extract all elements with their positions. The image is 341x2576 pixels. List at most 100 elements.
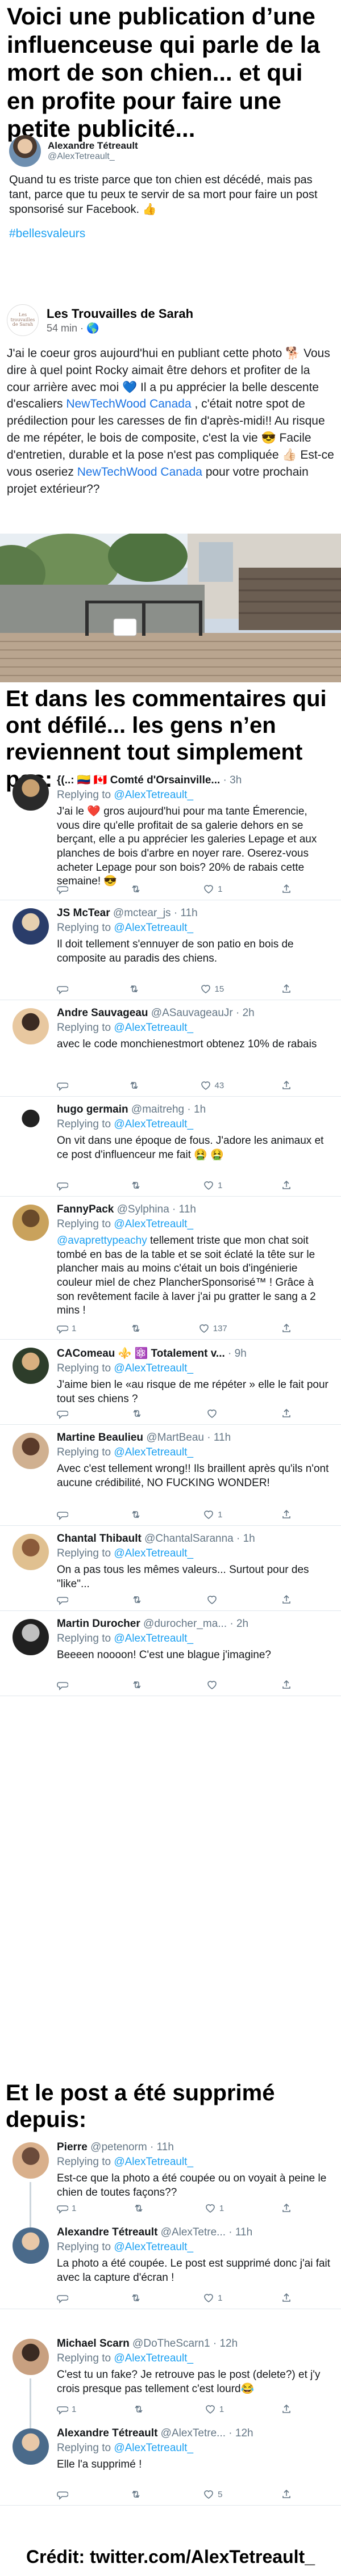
reply-action[interactable]: 1	[57, 2403, 76, 2415]
mention-link[interactable]: @avaprettypeachy	[57, 1235, 147, 1247]
reply-avatar[interactable]	[13, 1348, 49, 1384]
replying-to-handle[interactable]: @AlexTetreault_	[114, 2241, 193, 2253]
reply-author-handle[interactable]: @ChantalSaranna	[142, 1533, 234, 1545]
reply-avatar[interactable]	[13, 774, 49, 811]
reply-tweet[interactable]: hugo germain @maitrehg · 1h Replying to @…	[0, 1097, 341, 1197]
reply-author-name[interactable]: Alexandre Tétreault	[57, 2427, 157, 2439]
like-action[interactable]: 1	[203, 2292, 222, 2304]
retweet-action[interactable]	[131, 1594, 146, 1605]
reply-avatar[interactable]	[13, 1534, 49, 1570]
reply-tweet[interactable]: Michael Scarn @DoTheScarn1 · 12h Replying…	[0, 2331, 341, 2428]
sponsor-link[interactable]: NewTechWood Canada	[66, 397, 191, 410]
retweet-action[interactable]	[130, 2292, 145, 2304]
reply-author-name[interactable]: JS McTear	[57, 907, 110, 919]
share-action[interactable]	[281, 1408, 296, 1419]
like-action[interactable]	[206, 1594, 221, 1605]
replying-to-handle[interactable]: @AlexTetreault_	[114, 2442, 193, 2454]
retweet-action[interactable]	[130, 1509, 145, 1520]
retweet-action[interactable]	[128, 983, 143, 995]
reply-author-handle[interactable]: @ASauvageauJr	[148, 1007, 233, 1019]
reply-author-name[interactable]: hugo germain	[57, 1104, 128, 1115]
replying-to-handle[interactable]: @AlexTetreault_	[114, 2156, 193, 2168]
share-action[interactable]	[281, 1594, 296, 1605]
reply-avatar[interactable]	[13, 2428, 49, 2465]
replying-to-handle[interactable]: @AlexTetreault_	[114, 1446, 193, 1458]
replying-to-handle[interactable]: @AlexTetreault_	[114, 1118, 193, 1130]
reply-author-handle[interactable]: @DoTheScarn1	[130, 2338, 210, 2350]
reply-action[interactable]	[57, 2292, 72, 2304]
reply-tweet[interactable]: Chantal Thibault @ChantalSaranna · 1h Rep…	[0, 1526, 341, 1611]
reply-author-name[interactable]: Andre Sauvageau	[57, 1007, 148, 1019]
reply-action[interactable]	[57, 1408, 72, 1419]
like-action[interactable]: 1	[203, 883, 222, 895]
reply-author-handle[interactable]: @durocher_ma...	[140, 1618, 227, 1630]
reply-author-name[interactable]: Chantal Thibault	[57, 1533, 142, 1545]
like-action[interactable]: 15	[200, 983, 224, 995]
reply-time[interactable]: · 2h	[233, 1007, 255, 1019]
reply-author-name[interactable]: Michael Scarn	[57, 2338, 130, 2350]
reply-time[interactable]: · 11h	[226, 2226, 252, 2238]
share-action[interactable]	[281, 2403, 296, 2415]
retweet-action[interactable]	[133, 2202, 148, 2214]
reply-author-handle[interactable]: @AlexTetre...	[157, 2226, 226, 2238]
reply-avatar[interactable]	[13, 1433, 49, 1469]
replying-to-handle[interactable]: @AlexTetreault_	[114, 922, 193, 934]
reply-author-name[interactable]: Alexandre Tétreault	[57, 2226, 157, 2238]
like-action[interactable]: 1	[205, 2403, 224, 2415]
reply-tweet[interactable]: CAComeau ⚜️ ⚛️ Totalement v... · 9h Reply…	[0, 1340, 341, 1425]
reply-time[interactable]: · 1h	[234, 1533, 255, 1545]
share-action[interactable]	[281, 1180, 296, 1191]
reply-tweet[interactable]: Andre Sauvageau @ASauvageauJr · 2h Replyi…	[0, 1000, 341, 1097]
reply-author-handle[interactable]: @MartBeau	[143, 1432, 204, 1444]
retweet-action[interactable]	[130, 1323, 145, 1334]
reply-tweet[interactable]: Martin Durocher @durocher_ma... · 2h Repl…	[0, 1611, 341, 1696]
reply-action[interactable]	[57, 983, 72, 995]
replying-to-handle[interactable]: @AlexTetreault_	[114, 1022, 193, 1034]
hashtag-link[interactable]: #bellesvaleurs	[9, 227, 332, 241]
share-action[interactable]	[281, 2202, 296, 2214]
share-action[interactable]	[281, 1323, 296, 1334]
reply-time[interactable]: · 1h	[184, 1104, 206, 1115]
reply-avatar[interactable]	[13, 2227, 49, 2264]
retweet-action[interactable]	[128, 1080, 143, 1091]
reply-time[interactable]: · 11h	[171, 907, 198, 919]
reply-avatar[interactable]	[13, 1105, 49, 1141]
reply-action[interactable]	[57, 1180, 72, 1191]
author-handle[interactable]: @AlexTetreault_	[48, 152, 138, 162]
reply-tweet[interactable]: JS McTear @mctear_js · 11h Replying to @A…	[0, 900, 341, 1000]
reply-avatar[interactable]	[13, 908, 49, 945]
replying-to-handle[interactable]: @AlexTetreault_	[114, 1547, 193, 1559]
reply-time[interactable]: · 12h	[226, 2427, 253, 2439]
retweet-action[interactable]	[130, 2489, 145, 2500]
reply-time[interactable]: · 11h	[147, 2141, 174, 2153]
like-action[interactable]	[206, 1408, 221, 1419]
reply-tweet[interactable]: Alexandre Tétreault @AlexTetre... · 12h R…	[0, 2420, 341, 2506]
reply-action[interactable]	[57, 1679, 72, 1690]
reply-author-name[interactable]: CAComeau ⚜️ ⚛️ Totalement v...	[57, 1348, 225, 1360]
reply-tweet[interactable]: Alexandre Tétreault @AlexTetre... · 11h R…	[0, 2220, 341, 2309]
reply-author-handle[interactable]: @maitrehg	[128, 1104, 184, 1115]
reply-author-name[interactable]: {(..: 🇨🇴 🇨🇦 Comté d'Orsainville...	[57, 774, 220, 786]
reply-time[interactable]: · 11h	[204, 1432, 231, 1444]
retweet-action[interactable]	[130, 883, 145, 895]
reply-tweet[interactable]: Pierre @petenorm · 11h Replying to @AlexT…	[0, 2134, 341, 2227]
reply-time[interactable]: · 12h	[210, 2338, 238, 2350]
reply-author-handle[interactable]: @petenorm	[88, 2141, 147, 2153]
page-name[interactable]: Les Trouvailles de Sarah	[47, 307, 193, 321]
reply-tweet[interactable]: FannyPack @Sylphina · 11h Replying to @Al…	[0, 1197, 341, 1340]
retweet-action[interactable]	[131, 1679, 146, 1690]
like-action[interactable]	[206, 1679, 221, 1690]
reply-avatar[interactable]	[13, 1205, 49, 1241]
reply-author-name[interactable]: FannyPack	[57, 1203, 114, 1215]
reply-time[interactable]: · 3h	[220, 774, 242, 786]
reply-tweet[interactable]: Martine Beaulieu @MartBeau · 11h Replying…	[0, 1425, 341, 1526]
reply-avatar[interactable]	[13, 1008, 49, 1044]
replying-to-handle[interactable]: @AlexTetreault_	[114, 1362, 193, 1374]
replying-to-handle[interactable]: @AlexTetreault_	[114, 789, 193, 801]
share-action[interactable]	[281, 983, 296, 995]
retweet-action[interactable]	[130, 1180, 145, 1191]
like-action[interactable]: 1	[205, 2202, 224, 2214]
reply-avatar[interactable]	[13, 1619, 49, 1655]
like-action[interactable]: 1	[203, 1509, 222, 1520]
reply-action[interactable]	[57, 883, 72, 895]
